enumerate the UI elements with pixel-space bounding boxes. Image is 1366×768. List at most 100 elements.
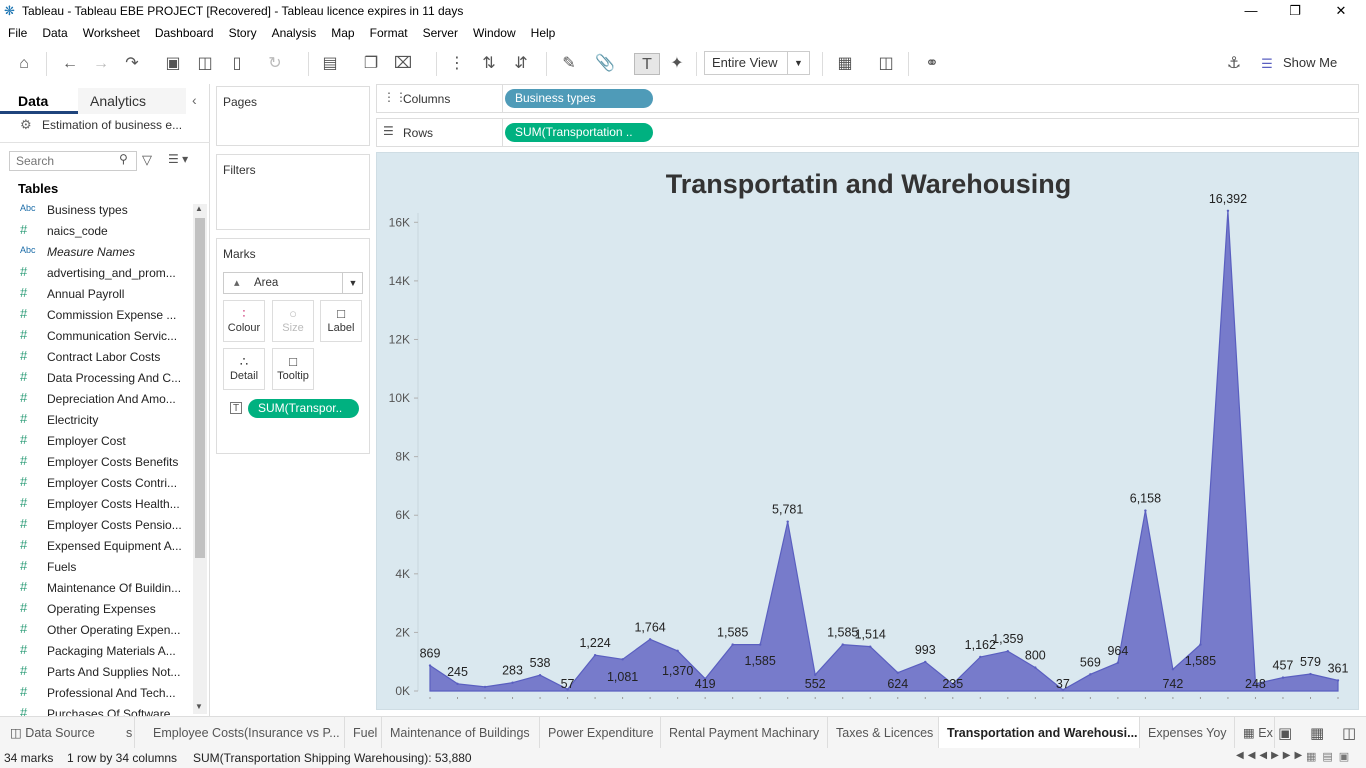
menu-server[interactable]: Server	[415, 22, 465, 40]
redo-icon[interactable]: →	[89, 53, 113, 75]
field-item[interactable]: # Contract Labor Costs	[0, 347, 186, 368]
tab-data[interactable]: Data	[0, 88, 78, 114]
save-icon[interactable]: ▣	[162, 53, 184, 75]
tab-ex[interactable]: ▦ Ex	[1235, 717, 1275, 749]
new-datasource-icon[interactable]: ◫	[194, 53, 216, 75]
labels-toggle-icon[interactable]: T	[634, 53, 660, 75]
field-item[interactable]: # Professional And Tech...	[0, 683, 186, 704]
tab-expenses-yoy[interactable]: Expenses Yoy	[1140, 717, 1235, 749]
marks-measure-pill[interactable]: SUM(Transpor..	[248, 399, 359, 418]
colour-card[interactable]: ∶ Colour	[223, 300, 265, 342]
attach-icon[interactable]: 📎	[594, 53, 616, 75]
close-button[interactable]: ✕	[1318, 0, 1364, 22]
rows-shelf[interactable]: ☰ Rows SUM(Transportation ..	[376, 118, 1359, 147]
chart-type-icon[interactable]: ▦	[832, 53, 858, 75]
menu-help[interactable]: Help	[523, 22, 563, 40]
refresh-icon[interactable]: ↻	[264, 53, 286, 75]
tab-rental-payment[interactable]: Rental Payment Machinary	[661, 717, 828, 749]
menu-data[interactable]: Data	[34, 22, 74, 40]
share-icon[interactable]: ⚭	[920, 53, 944, 75]
field-item[interactable]: # Employer Costs Benefits	[0, 452, 186, 473]
columns-shelf[interactable]: ⋮⋮ Columns Business types	[376, 84, 1359, 113]
minimize-button[interactable]: —	[1228, 0, 1274, 22]
show-me-button[interactable]: Show Me	[1262, 55, 1337, 70]
field-item[interactable]: Abc Measure Names	[0, 242, 186, 263]
field-item[interactable]: # Packaging Materials A...	[0, 641, 186, 662]
rows-measure-pill[interactable]: SUM(Transportation ..	[505, 123, 653, 142]
field-item[interactable]: # Communication Servic...	[0, 326, 186, 347]
size-card[interactable]: ○ Size	[272, 300, 314, 342]
field-item[interactable]: # Employer Costs Contri...	[0, 473, 186, 494]
undo-icon[interactable]: ←	[58, 53, 82, 75]
field-item[interactable]: # Data Processing And C...	[0, 368, 186, 389]
menu-analysis[interactable]: Analysis	[264, 22, 324, 40]
field-item[interactable]: # Electricity	[0, 410, 186, 431]
menu-worksheet[interactable]: Worksheet	[75, 22, 147, 40]
fit-dropdown[interactable]: Entire View ▼	[704, 51, 810, 75]
pages-shelf[interactable]: Pages	[216, 86, 370, 146]
tab-taxes-licences[interactable]: Taxes & Licences	[828, 717, 939, 749]
scroll-down-icon[interactable]: ▼	[195, 702, 203, 711]
field-item[interactable]: # naics_code	[0, 221, 186, 242]
field-item[interactable]: # Annual Payroll	[0, 284, 186, 305]
field-item[interactable]: # Employer Costs Pensio...	[0, 515, 186, 536]
duplicate-icon[interactable]: ❐	[360, 53, 382, 75]
tab-data-source[interactable]: ◫ Data Source s	[0, 717, 135, 749]
filter-icon[interactable]: ▽	[142, 152, 152, 168]
sort-asc-icon[interactable]: ⇅	[478, 53, 500, 75]
menu-map[interactable]: Map	[323, 22, 361, 40]
field-item[interactable]: # Employer Cost	[0, 431, 186, 452]
swap-icon[interactable]: ↷	[120, 53, 144, 75]
pause-icon[interactable]: ▯	[226, 53, 248, 75]
collapse-pane-icon[interactable]: ‹	[192, 92, 197, 108]
sheet-nav-icons[interactable]: ◀◀◀▶▶▶	[1236, 750, 1306, 761]
tab-maintenance[interactable]: Maintenance of Buildings	[382, 717, 540, 749]
field-item[interactable]: # Other Operating Expen...	[0, 620, 186, 641]
group-icon[interactable]: ⋮	[446, 53, 468, 75]
field-item[interactable]: # Maintenance Of Buildin...	[0, 578, 186, 599]
tab-transportation[interactable]: Transportation and Warehousi...	[939, 717, 1140, 749]
scrollbar-thumb[interactable]	[195, 218, 205, 558]
restore-button[interactable]: ❐	[1272, 0, 1318, 22]
search-input[interactable]	[9, 151, 137, 171]
menu-story[interactable]: Story	[221, 22, 264, 40]
sort-desc-icon[interactable]: ⇵	[510, 53, 532, 75]
detail-card[interactable]: ∴ Detail	[223, 348, 265, 390]
tab-analytics[interactable]: Analytics	[78, 88, 186, 114]
menu-dashboard[interactable]: Dashboard	[147, 22, 221, 40]
tab-power-expenditure[interactable]: Power Expenditure	[540, 717, 661, 749]
mark-type-dropdown[interactable]: ▴ Area ▼	[223, 272, 363, 294]
menu-file[interactable]: File	[0, 22, 34, 40]
presentation-icon[interactable]: ◫	[874, 53, 898, 75]
area-chart[interactable]: 0K 2K 4K 6K 8K 10K 12K 14K 16K 869 245 283 538 57 1,22…	[377, 153, 1360, 711]
datasource-name[interactable]: Estimation of business e...	[42, 118, 182, 132]
field-item[interactable]: # Commission Expense ...	[0, 305, 186, 326]
field-item[interactable]: # Expensed Equipment A...	[0, 536, 186, 557]
field-item[interactable]: # Employer Costs Health...	[0, 494, 186, 515]
format-painter-icon[interactable]: ⚓	[1222, 53, 1246, 75]
field-item[interactable]: # Depreciation And Amo...	[0, 389, 186, 410]
scroll-up-icon[interactable]: ▲	[195, 204, 203, 213]
new-worksheet-icon[interactable]: ▤	[318, 53, 342, 75]
highlight-icon[interactable]: ✎	[558, 53, 580, 75]
new-story-tab-icon[interactable]: ◫	[1342, 724, 1356, 742]
filters-shelf[interactable]: Filters	[216, 154, 370, 230]
pin-icon[interactable]: ✦	[666, 53, 688, 75]
menu-format[interactable]: Format	[362, 22, 415, 40]
view-options-icon[interactable]: ☰ ▾	[168, 152, 188, 166]
field-item[interactable]: # Parts And Supplies Not...	[0, 662, 186, 683]
field-item[interactable]: # Fuels	[0, 557, 186, 578]
field-item[interactable]: # Operating Expenses	[0, 599, 186, 620]
home-icon[interactable]: ⌂	[12, 53, 36, 75]
sheet-view-icons[interactable]: ▦▤▣	[1306, 750, 1355, 763]
tooltip-card[interactable]: □ Tooltip	[272, 348, 314, 390]
label-card[interactable]: □ Label	[320, 300, 362, 342]
tab-employee-costs[interactable]: Employee Costs(Insurance vs P...	[145, 717, 345, 749]
new-dashboard-tab-icon[interactable]: ▦	[1310, 724, 1324, 742]
field-item[interactable]: # advertising_and_prom...	[0, 263, 186, 284]
tab-fuel[interactable]: Fuel	[345, 717, 382, 749]
chart-view[interactable]: Transportatin and Warehousing 0K 2K 4K 6K 8K…	[376, 152, 1359, 710]
new-worksheet-tab-icon[interactable]: ▣	[1278, 724, 1292, 742]
columns-dimension-pill[interactable]: Business types	[505, 89, 653, 108]
field-item[interactable]: Abc Business types	[0, 200, 186, 221]
